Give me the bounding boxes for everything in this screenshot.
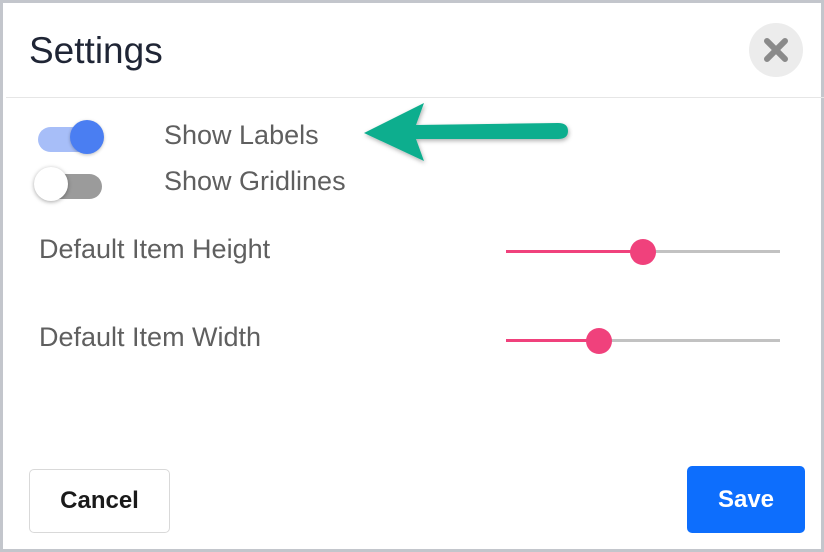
- arrow-left-icon: [364, 103, 568, 161]
- show-gridlines-toggle[interactable]: [34, 165, 106, 201]
- item-height-slider[interactable]: [506, 237, 780, 267]
- show-labels-label: Show Labels: [164, 120, 319, 150]
- toggle-knob: [70, 120, 104, 154]
- header-divider: [6, 97, 824, 98]
- item-height-label: Default Item Height: [39, 234, 271, 264]
- toggle-knob: [34, 167, 68, 201]
- close-icon: [764, 38, 788, 62]
- cancel-button[interactable]: Cancel: [29, 469, 170, 533]
- dialog-title: Settings: [29, 30, 163, 71]
- settings-dialog: Settings Show Labels Show Gridlines Defa…: [0, 0, 824, 552]
- slider-thumb[interactable]: [586, 328, 613, 354]
- slider-thumb[interactable]: [630, 239, 656, 265]
- item-width-slider[interactable]: [506, 326, 780, 356]
- show-labels-toggle[interactable]: [34, 118, 106, 154]
- show-gridlines-label: Show Gridlines: [164, 166, 346, 196]
- save-button[interactable]: Save: [687, 466, 805, 533]
- slider-fill: [506, 250, 643, 253]
- close-button[interactable]: [749, 23, 803, 77]
- item-width-label: Default Item Width: [39, 322, 262, 352]
